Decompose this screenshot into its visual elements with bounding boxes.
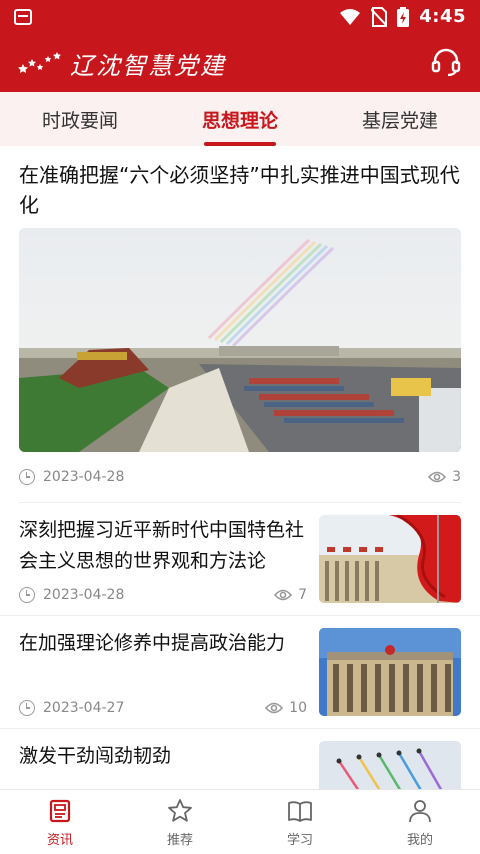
item-date: 2023-04-27 <box>43 700 125 716</box>
list-item[interactable]: 在加强理论修养中提高政治能力 2023-04-27 10 <box>0 616 480 729</box>
featured-image <box>19 228 461 452</box>
item-meta: 2023-04-27 10 <box>19 690 307 726</box>
item-thumbnail <box>319 515 461 603</box>
item-meta: 2023-04-28 7 <box>19 577 307 613</box>
item-title: 激发干劲闯劲韧劲 <box>19 745 172 767</box>
tab-politics-news[interactable]: 时政要闻 <box>0 92 160 146</box>
news-feed: 在准确把握“六个必须坚持”中扎实推进中国式现代化 2023-04-28 3 深刻… <box>0 146 480 789</box>
person-icon <box>409 799 431 822</box>
item-views: 7 <box>298 587 307 603</box>
featured-views: 3 <box>452 469 461 485</box>
item-views: 10 <box>289 700 307 716</box>
clock-icon <box>19 469 35 485</box>
no-sim-icon <box>371 6 388 27</box>
status-bar: 4:45 <box>0 0 480 34</box>
headset-icon[interactable] <box>430 46 462 78</box>
item-date: 2023-04-28 <box>43 587 125 603</box>
nav-recommend[interactable]: 推荐 <box>120 790 240 854</box>
notification-icon <box>14 9 32 25</box>
nav-mine[interactable]: 我的 <box>360 790 480 854</box>
list-item[interactable]: 激发干劲闯劲韧劲 <box>0 729 480 789</box>
tab-ideology-theory[interactable]: 思想理论 <box>160 92 320 146</box>
app-header: 辽沈智慧党建 <box>0 34 480 92</box>
eye-icon <box>265 702 284 714</box>
nav-news-label: 资讯 <box>46 832 73 848</box>
bottom-nav: 资讯 推荐 学习 我的 <box>0 789 480 854</box>
nav-study-label: 学习 <box>286 832 313 848</box>
app-logo: 辽沈智慧党建 <box>18 46 226 80</box>
featured-date: 2023-04-28 <box>43 469 125 485</box>
nav-recommend-label: 推荐 <box>166 832 193 848</box>
battery-icon <box>397 6 410 27</box>
book-icon <box>288 800 312 822</box>
list-item[interactable]: 深刻把握习近平新时代中国特色社会主义思想的世界观和方法论 2023-04-28 … <box>0 503 480 616</box>
tab-grassroots[interactable]: 基层党建 <box>320 92 480 146</box>
item-title: 深刻把握习近平新时代中国特色社会主义思想的世界观和方法论 <box>19 519 305 572</box>
item-thumbnail <box>319 741 461 789</box>
eye-icon <box>428 471 447 483</box>
featured-title: 在准确把握“六个必须坚持”中扎实推进中国式现代化 <box>19 163 460 217</box>
clock-time: 4:45 <box>419 6 466 27</box>
category-tabs: 时政要闻 思想理论 基层党建 <box>0 92 480 146</box>
item-thumbnail <box>319 628 461 716</box>
wifi-icon <box>340 8 361 25</box>
logo-text: 辽沈智慧党建 <box>70 51 226 80</box>
clock-icon <box>19 587 35 603</box>
stars-logo-icon <box>18 52 61 73</box>
nav-mine-label: 我的 <box>406 832 433 848</box>
news-icon <box>49 799 71 822</box>
eye-icon <box>274 589 293 601</box>
featured-meta: 2023-04-28 3 <box>19 452 461 502</box>
item-title: 在加强理论修养中提高政治能力 <box>19 632 286 654</box>
featured-article[interactable]: 在准确把握“六个必须坚持”中扎实推进中国式现代化 2023-04-28 3 <box>0 146 480 502</box>
star-icon <box>168 798 192 822</box>
nav-news[interactable]: 资讯 <box>0 790 120 854</box>
nav-study[interactable]: 学习 <box>240 790 360 854</box>
clock-icon <box>19 700 35 716</box>
